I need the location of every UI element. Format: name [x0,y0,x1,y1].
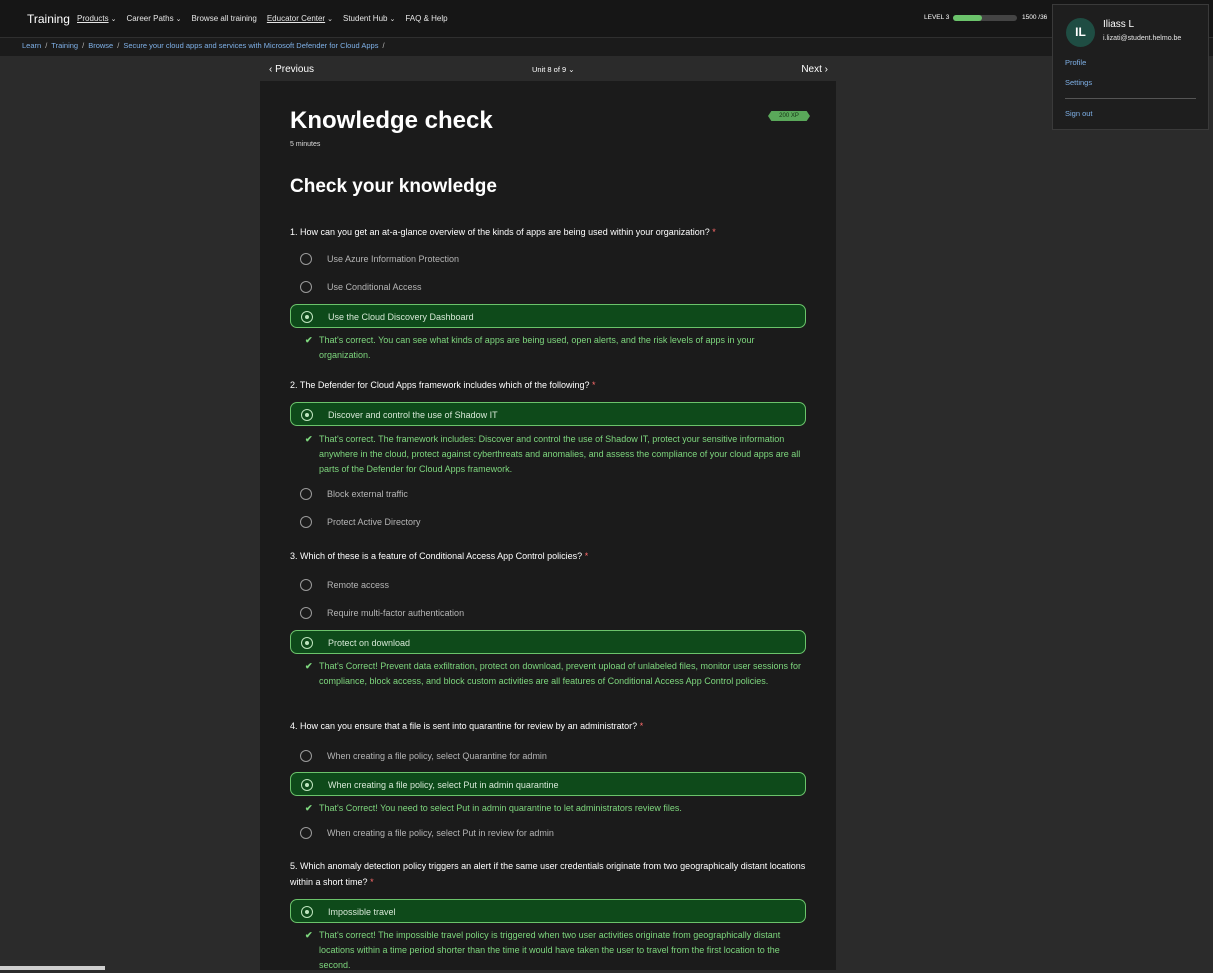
level-progress-bar [953,15,1017,21]
chevron-down-icon: ⌄ [568,65,575,74]
question-1-option-1[interactable]: Use Azure Information Protection [290,247,806,271]
sign-out-link[interactable]: Sign out [1065,109,1093,118]
user-name: Iliass L [1103,19,1135,30]
radio-button[interactable] [300,281,312,293]
menu-divider [1065,98,1196,99]
chevron-down-icon: ⌄ [389,16,396,23]
page-title: Knowledge check [290,107,493,134]
user-email: i.lizati@student.helmo.be [1103,35,1182,42]
nav-item-educator-center[interactable]: Educator Center ⌄ [267,14,333,23]
radio-button[interactable] [300,516,312,528]
question-4: 4. How can you ensure that a file is sen… [290,721,644,731]
nav-links: Products ⌄ Career Paths ⌄ Browse all train… [77,14,448,23]
question-5-feedback: ✔ That's correct! The impossible travel p… [305,930,781,970]
chevron-down-icon: ⌄ [327,16,333,23]
breadcrumb-separator: / [117,41,120,50]
checkmark-icon: ✔ [305,803,313,813]
nav-item-faq-help[interactable]: FAQ & Help [405,14,447,23]
radio-button[interactable] [301,779,313,791]
level-label: LEVEL 3 [924,14,950,21]
radio-button[interactable] [300,827,312,839]
question-1: 1. How can you get an at-a-glance overvi… [290,227,716,237]
nav-item-career-paths[interactable]: Career Paths ⌄ [126,14,181,23]
nav-item-browse-all-training[interactable]: Browse all training [191,14,256,23]
question-4-option-3[interactable]: When creating a file policy, select Put … [290,821,806,845]
radio-button[interactable] [300,579,312,591]
xp-badge: 200 XP [768,111,810,121]
breadcrumb: Learn / Training / Browse / Secure your clo… [22,41,385,50]
radio-button[interactable] [300,253,312,265]
question-2: 2. The Defender for Cloud Apps framework… [290,380,596,390]
question-5: 5. Which anomaly detection policy trigge… [290,861,806,887]
checkmark-icon: ✔ [305,335,313,345]
top-navigation: Training Products ⌄ Career Paths ⌄ Browse … [0,0,1213,38]
knowledge-check-card: Knowledge check 5 minutes 200 XP Check y… [260,81,836,970]
next-button[interactable]: Next › [801,64,828,75]
breadcrumb-separator: / [82,41,85,50]
breadcrumb-separator: / [45,41,48,50]
radio-button[interactable] [300,607,312,619]
question-1-feedback: ✔ That's correct. You can see what kinds … [305,335,755,360]
nav-item-student-hub[interactable]: Student Hub ⌄ [343,14,395,23]
profile-link[interactable]: Profile [1065,58,1086,67]
question-1-option-2[interactable]: Use Conditional Access [290,275,806,299]
breadcrumb-training[interactable]: Training [51,41,78,50]
checkmark-icon: ✔ [305,930,313,940]
brand-link[interactable]: Training [27,12,70,26]
question-3-option-3[interactable]: Protect on download [290,630,806,654]
xp-total: 1500 /36 [1022,14,1048,21]
question-3-option-1[interactable]: Remote access [290,573,806,597]
settings-link[interactable]: Settings [1065,78,1092,87]
checkmark-icon: ✔ [305,434,313,444]
question-4-option-1[interactable]: When creating a file policy, select Quar… [290,744,806,768]
question-2-option-2[interactable]: Block external traffic [290,482,806,506]
breadcrumb-learn[interactable]: Learn [22,41,41,50]
question-4-option-2[interactable]: When creating a file policy, select Put … [290,772,806,796]
question-3: 3. Which of these is a feature of Condit… [290,551,589,561]
section-heading: Check your knowledge [290,176,497,197]
radio-button[interactable] [301,637,313,649]
breadcrumb-separator: / [382,41,385,50]
avatar: IL [1066,18,1095,47]
unit-navigation: ‹ Previous Unit 8 of 9 ⌄ Next › [260,60,836,80]
question-2-feedback: ✔ That's correct. The framework includes:… [305,434,801,474]
checkmark-icon: ✔ [305,661,313,671]
question-5-option-1[interactable]: Impossible travel [290,899,806,923]
question-2-option-3[interactable]: Protect Active Directory [290,510,806,534]
chevron-right-icon: › [821,64,828,75]
question-4-feedback: ✔ That's Correct! You need to select Put … [305,801,806,816]
radio-button[interactable] [301,906,313,918]
breadcrumb-browse[interactable]: Browse [88,41,113,50]
user-menu-dropdown: IL Iliass L i.lizati@student.helmo.be Pr… [1052,4,1209,130]
nav-item-products[interactable]: Products ⌄ [77,14,116,23]
radio-button[interactable] [300,488,312,500]
radio-button[interactable] [300,750,312,762]
breadcrumb-module[interactable]: Secure your cloud apps and services with… [123,41,378,50]
duration-label: 5 minutes [290,141,321,148]
chevron-down-icon: ⌄ [175,16,182,23]
chevron-down-icon: ⌄ [110,16,117,23]
radio-button[interactable] [301,311,313,323]
question-3-option-2[interactable]: Require multi-factor authentication [290,601,806,625]
question-2-option-1[interactable]: Discover and control the use of Shadow I… [290,402,806,426]
question-3-feedback: ✔ That's Correct! Prevent data exfiltrati… [305,661,801,686]
level-progress-fill [953,15,982,21]
question-1-option-3[interactable]: Use the Cloud Discovery Dashboard [290,304,806,328]
horizontal-scrollbar[interactable] [0,966,105,970]
radio-button[interactable] [301,409,313,421]
previous-button[interactable]: ‹ Previous [269,64,314,75]
unit-selector[interactable]: Unit 8 of 9 ⌄ [532,65,575,74]
